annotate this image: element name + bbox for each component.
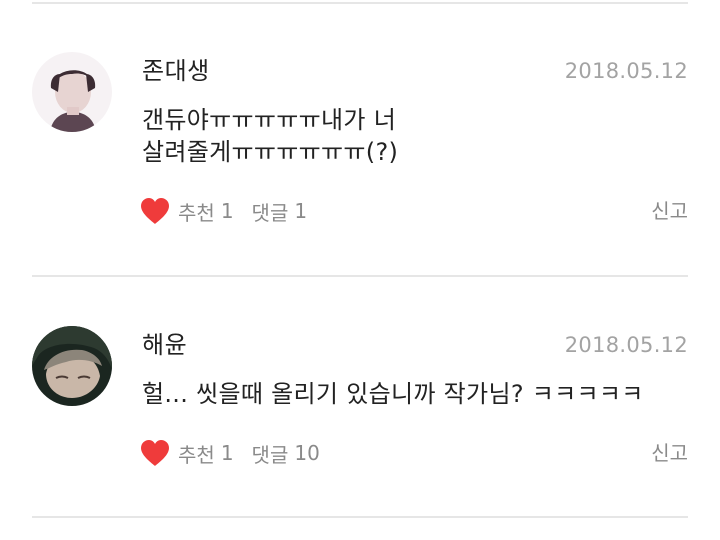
avatar[interactable] (32, 52, 112, 132)
like-label[interactable]: 추천 (178, 439, 215, 468)
comment-text: 갠듀야ㅠㅠㅠㅠㅠ내가 너 살려줄게ㅠㅠㅠㅠㅠㅠ(?) (142, 106, 399, 166)
like-count: 1 (220, 441, 234, 465)
reply-count: 10 (294, 441, 320, 465)
report-button[interactable]: 신고 (651, 438, 688, 468)
reply-count: 1 (294, 199, 308, 223)
comment-date: 2018.05.12 (564, 333, 688, 357)
reply-label[interactable]: 댓글 (252, 439, 289, 468)
like-label[interactable]: 추천 (178, 197, 215, 226)
comment-author: 존대생 (142, 57, 210, 85)
divider (32, 2, 688, 4)
divider (32, 275, 688, 277)
comment-date: 2018.05.12 (564, 59, 688, 83)
like-count: 1 (220, 199, 234, 223)
heart-icon[interactable] (140, 197, 170, 225)
avatar-image (32, 326, 112, 406)
divider (32, 516, 688, 518)
comment-text: 헐... 씻을때 올리기 있습니까 작가님? ㅋㅋㅋㅋㅋ (142, 380, 644, 408)
avatar[interactable] (32, 326, 112, 406)
comment-actions: 추천 1 댓글 10 (140, 438, 320, 468)
report-button[interactable]: 신고 (651, 196, 688, 226)
comment-list: 존대생 2018.05.12 갠듀야ㅠㅠㅠㅠㅠ내가 너 살려줄게ㅠㅠㅠㅠㅠㅠ(?… (0, 0, 720, 540)
comment-author: 해윤 (142, 331, 188, 359)
heart-icon[interactable] (140, 439, 170, 467)
reply-label[interactable]: 댓글 (252, 197, 289, 226)
avatar-image (32, 52, 112, 132)
comment-actions: 추천 1 댓글 1 (140, 196, 307, 226)
